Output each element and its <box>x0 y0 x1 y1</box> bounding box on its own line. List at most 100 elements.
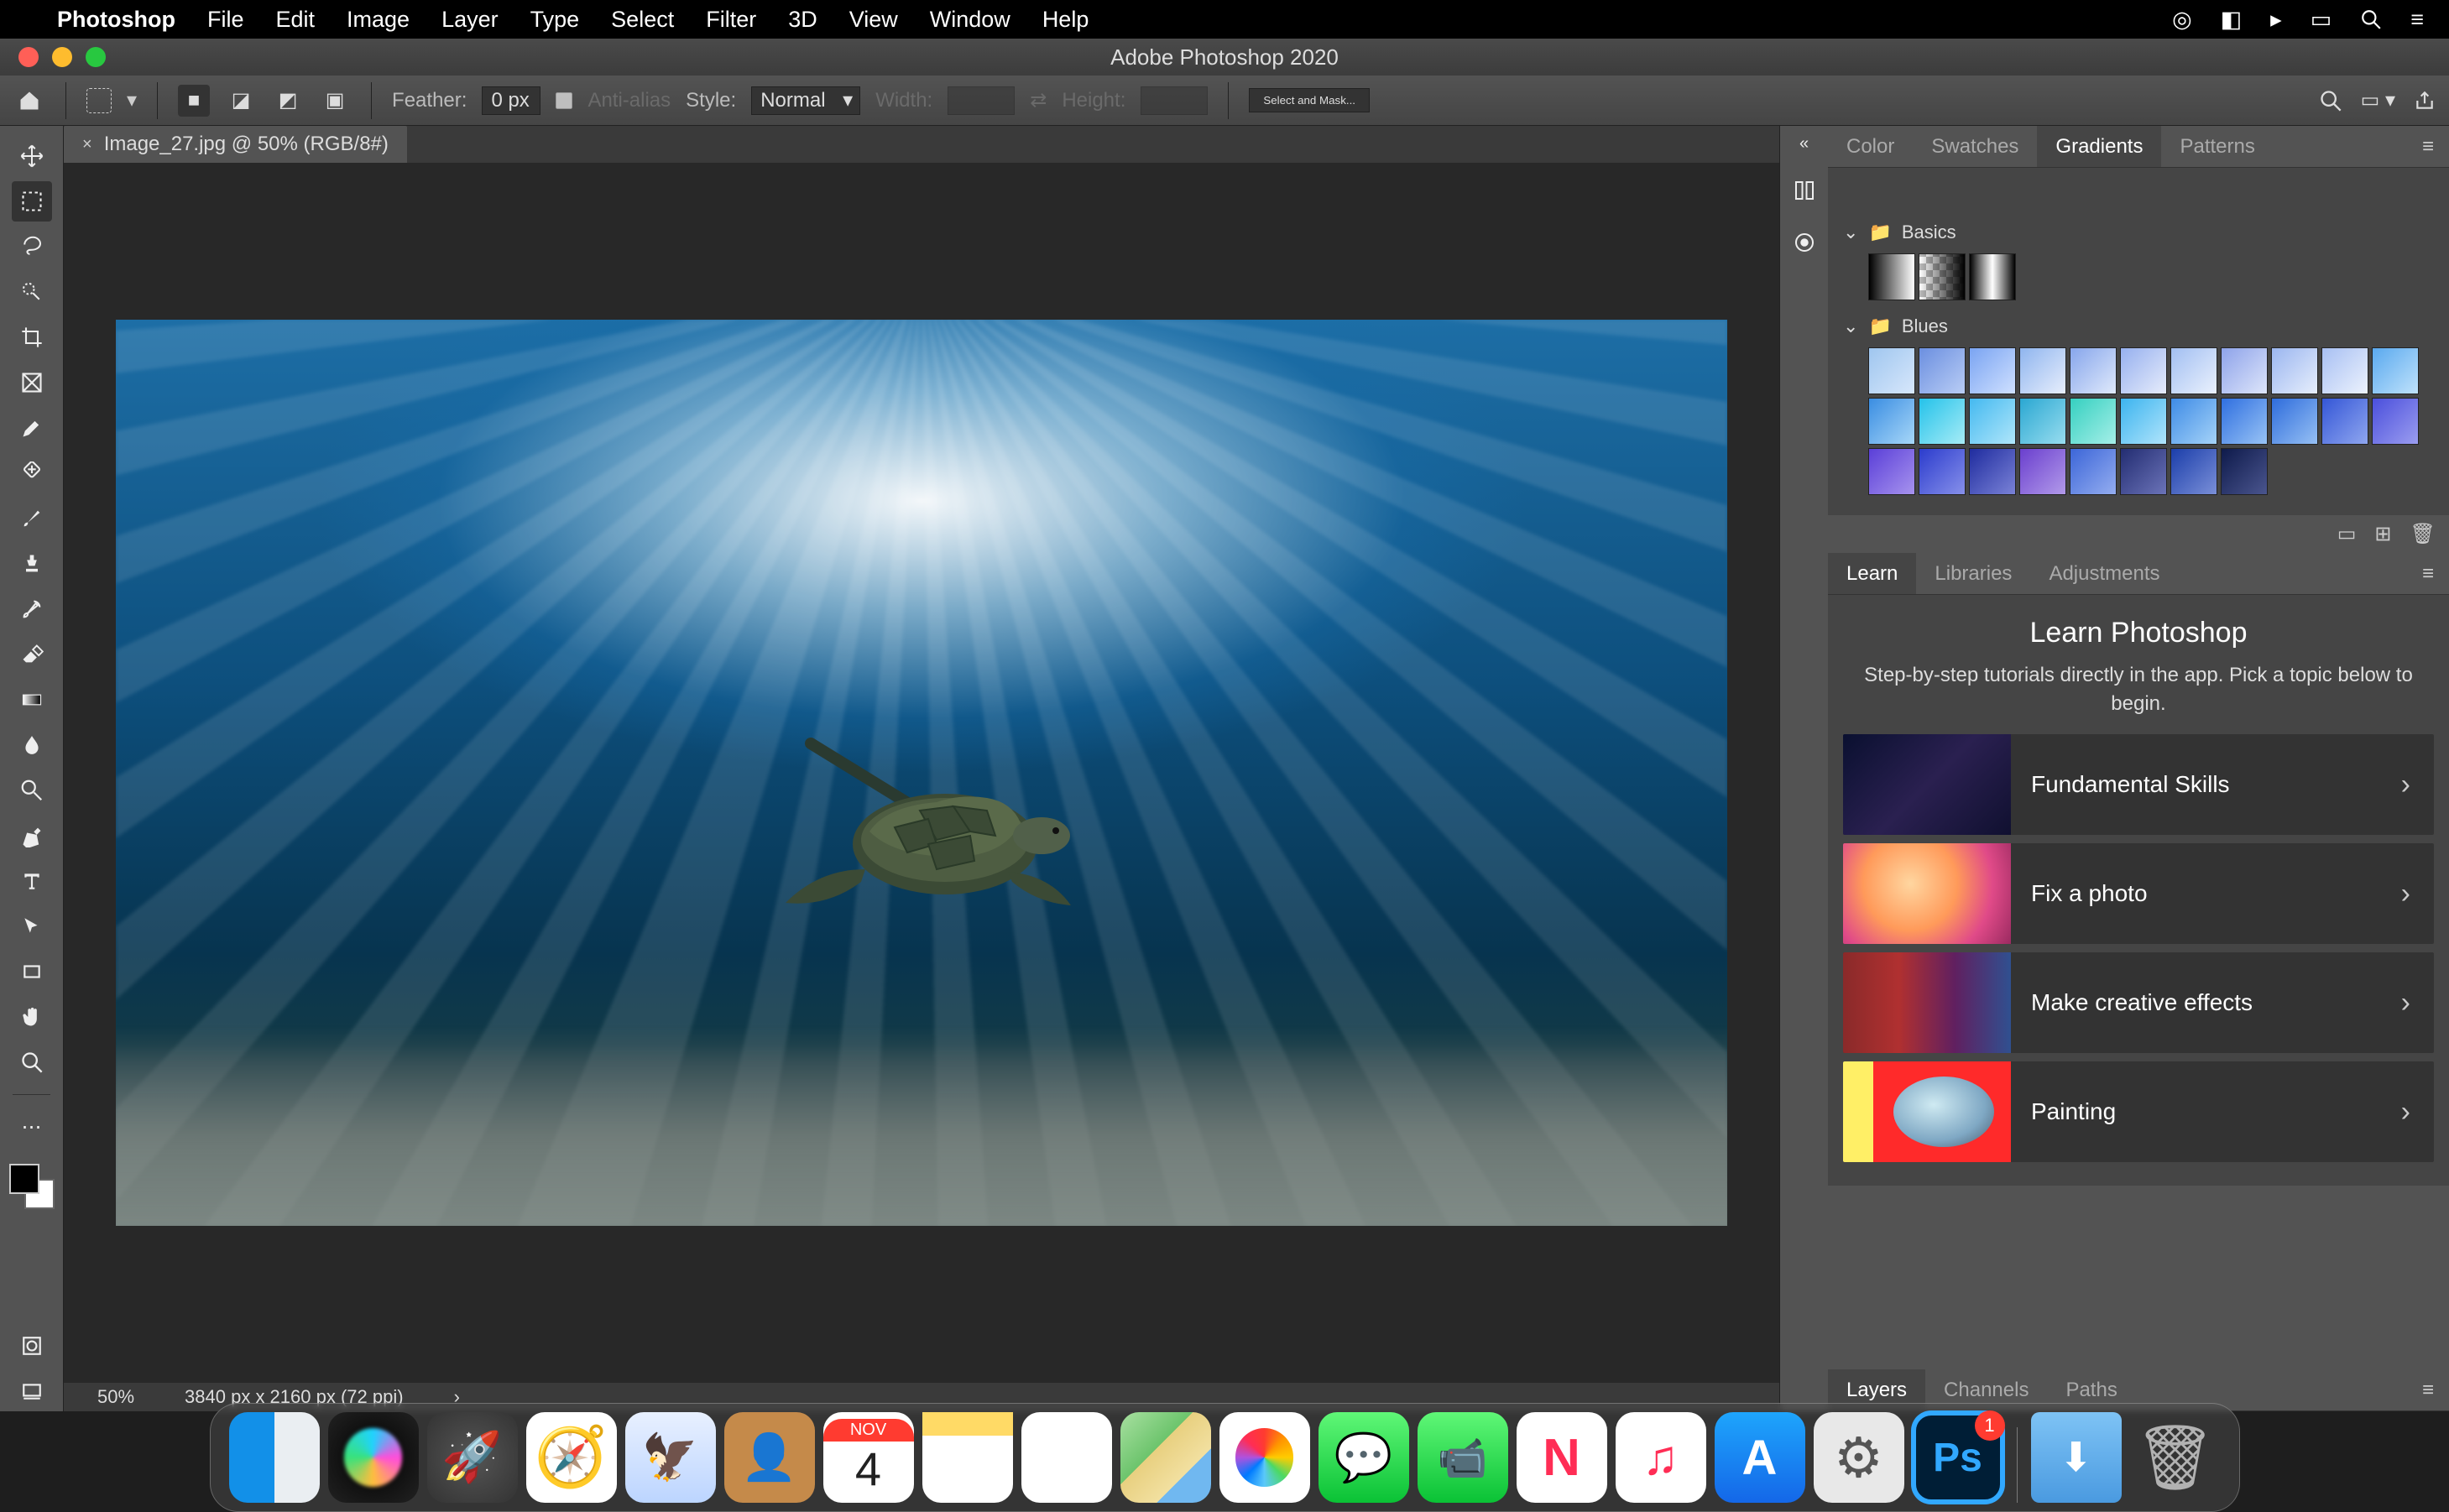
gradient-swatch[interactable] <box>1868 253 1915 300</box>
collapsed-panel-icon-2[interactable] <box>1789 227 1820 258</box>
document-tab[interactable]: × Image_27.jpg @ 50% (RGB/8#) <box>64 126 407 163</box>
edit-toolbar-button[interactable]: ⋯ <box>12 1107 52 1147</box>
foreground-color-swatch[interactable] <box>9 1164 39 1194</box>
hand-tool[interactable] <box>12 997 52 1037</box>
rectangle-tool[interactable] <box>12 952 52 992</box>
dock-app-siri[interactable] <box>328 1412 419 1503</box>
gradient-swatch[interactable] <box>2372 347 2419 394</box>
gradient-swatch[interactable] <box>2019 398 2066 445</box>
menu-file[interactable]: File <box>207 7 244 33</box>
gradient-swatch[interactable] <box>2372 398 2419 445</box>
gradient-group-header[interactable]: ⌄📁Blues <box>1843 312 2434 341</box>
gradient-swatch[interactable] <box>2271 398 2318 445</box>
gradient-swatch[interactable] <box>2019 448 2066 495</box>
menu-window[interactable]: Window <box>930 7 1010 33</box>
dock-app-settings[interactable] <box>1814 1412 1904 1503</box>
tray-icon[interactable]: ◧ <box>2221 7 2243 33</box>
dock-app-messages[interactable] <box>1318 1412 1409 1503</box>
menu-3d[interactable]: 3D <box>788 7 817 33</box>
window-close-button[interactable] <box>18 47 39 67</box>
history-brush-tool[interactable] <box>12 589 52 629</box>
tool-preset-picker[interactable] <box>86 88 112 113</box>
dock-app-news[interactable] <box>1517 1412 1607 1503</box>
menu-select[interactable]: Select <box>611 7 674 33</box>
gradient-swatch[interactable] <box>1868 448 1915 495</box>
menu-type[interactable]: Type <box>530 7 580 33</box>
gradient-swatch[interactable] <box>2170 347 2217 394</box>
chevron-down-icon[interactable]: ▾ <box>127 88 137 112</box>
healing-brush-tool[interactable] <box>12 453 52 493</box>
gradient-swatch[interactable] <box>1969 448 2016 495</box>
type-tool[interactable] <box>12 861 52 901</box>
dock-app-photos[interactable] <box>1219 1412 1310 1503</box>
spotlight-icon[interactable] <box>2360 8 2382 30</box>
dock-app-launchpad[interactable] <box>427 1412 518 1503</box>
gradient-swatch[interactable] <box>2221 347 2268 394</box>
gradient-swatch[interactable] <box>2221 398 2268 445</box>
selection-new-icon[interactable]: ■ <box>178 85 210 117</box>
dock-app-appstore[interactable] <box>1715 1412 1805 1503</box>
learn-item-fundamental[interactable]: Fundamental Skills › <box>1843 734 2434 835</box>
zoom-tool[interactable] <box>12 1042 52 1082</box>
gradient-swatch[interactable] <box>2019 347 2066 394</box>
gradient-swatch[interactable] <box>2120 398 2167 445</box>
panel-menu-icon[interactable]: ≡ <box>2414 562 2442 586</box>
menu-view[interactable]: View <box>849 7 898 33</box>
dock-app-calendar[interactable]: NOV4 <box>823 1412 914 1503</box>
canvas-viewport[interactable] <box>64 163 1779 1383</box>
dock-app-reminders[interactable] <box>1021 1412 1112 1503</box>
dock-app-music[interactable] <box>1616 1412 1706 1503</box>
gradient-tool[interactable] <box>12 680 52 720</box>
gradient-swatch[interactable] <box>1868 347 1915 394</box>
tab-learn[interactable]: Learn <box>1828 553 1916 594</box>
menu-list-icon[interactable]: ≡ <box>2410 7 2424 33</box>
gradient-swatch[interactable] <box>2120 448 2167 495</box>
tab-swatches[interactable]: Swatches <box>1913 126 2037 167</box>
style-select[interactable]: Normal▾ <box>751 86 860 115</box>
dock-app-contacts[interactable] <box>724 1412 815 1503</box>
gradient-swatch[interactable] <box>2221 448 2268 495</box>
window-maximize-button[interactable] <box>86 47 106 67</box>
gradient-swatch[interactable] <box>2271 347 2318 394</box>
menu-filter[interactable]: Filter <box>706 7 756 33</box>
dock-app-photoshop[interactable]: 1 <box>1913 1412 2003 1503</box>
gradient-swatch[interactable] <box>1969 398 2016 445</box>
doc-layout-icon[interactable]: ▭ ▾ <box>2361 88 2395 112</box>
quick-select-tool[interactable] <box>12 272 52 312</box>
close-tab-icon[interactable]: × <box>82 135 92 154</box>
dock-app-facetime[interactable] <box>1418 1412 1508 1503</box>
share-icon[interactable] <box>2414 90 2436 112</box>
feather-input[interactable]: 0 px <box>482 86 540 115</box>
color-swatches[interactable] <box>9 1164 55 1209</box>
dodge-tool[interactable] <box>12 770 52 811</box>
dock-app-safari[interactable] <box>526 1412 617 1503</box>
tray-icon-2[interactable]: ▸ <box>2270 7 2282 33</box>
menu-help[interactable]: Help <box>1042 7 1089 33</box>
eyedropper-tool[interactable] <box>12 408 52 448</box>
home-button[interactable] <box>13 85 45 117</box>
learn-item-fix[interactable]: Fix a photo › <box>1843 843 2434 944</box>
gradient-swatch[interactable] <box>1868 398 1915 445</box>
selection-add-icon[interactable]: ◪ <box>225 85 257 117</box>
clone-stamp-tool[interactable] <box>12 544 52 584</box>
lasso-tool[interactable] <box>12 227 52 267</box>
tab-gradients[interactable]: Gradients <box>2037 126 2161 167</box>
creative-cloud-icon[interactable]: ◎ <box>2172 7 2192 33</box>
dock-app-maps[interactable] <box>1120 1412 1211 1503</box>
gradient-swatch[interactable] <box>1969 347 2016 394</box>
trash-icon[interactable]: 🗑 <box>2410 522 2436 546</box>
frame-tool[interactable] <box>12 362 52 403</box>
learn-item-painting[interactable]: Painting › <box>1843 1061 2434 1162</box>
quick-mask-toggle[interactable] <box>12 1326 52 1366</box>
gradient-swatch[interactable] <box>2070 398 2117 445</box>
tab-patterns[interactable]: Patterns <box>2161 126 2273 167</box>
screen-mode-toggle[interactable] <box>12 1371 52 1411</box>
brush-tool[interactable] <box>12 498 52 539</box>
gradient-swatch[interactable] <box>1919 347 1966 394</box>
blur-tool[interactable] <box>12 725 52 765</box>
tab-libraries[interactable]: Libraries <box>1916 553 2030 594</box>
folder-icon[interactable]: ▭ <box>2337 522 2357 546</box>
dock-downloads[interactable] <box>2031 1412 2122 1503</box>
gradient-swatch[interactable] <box>1969 253 2016 300</box>
selection-intersect-icon[interactable]: ▣ <box>319 85 351 117</box>
